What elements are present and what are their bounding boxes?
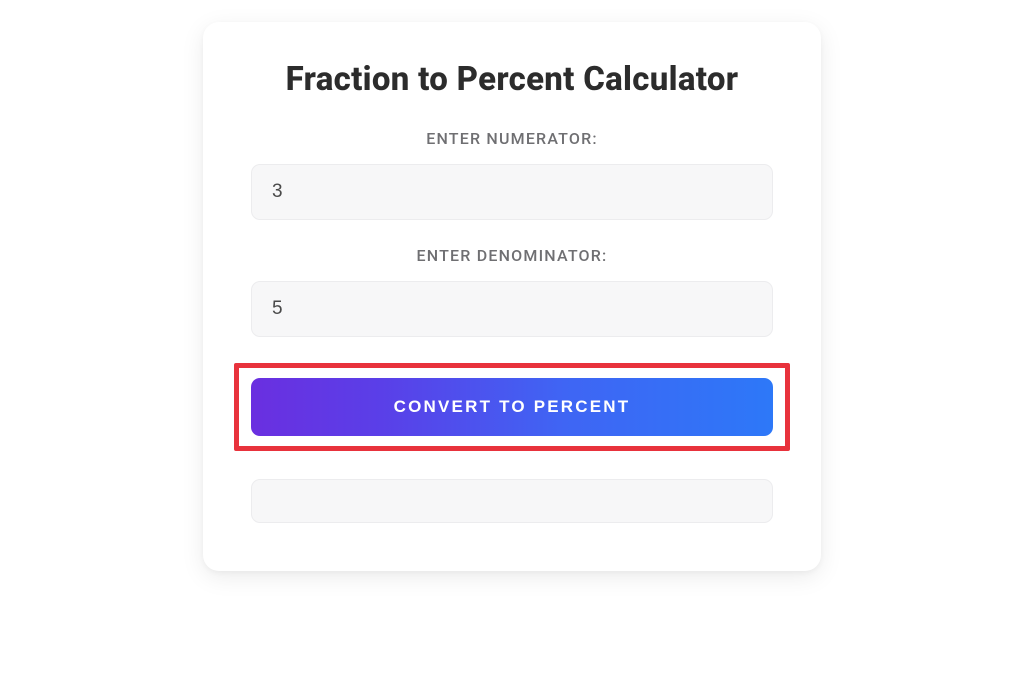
numerator-input[interactable] [251,164,773,220]
calculator-card: Fraction to Percent Calculator ENTER NUM… [203,22,821,571]
convert-button[interactable]: CONVERT TO PERCENT [251,378,773,436]
numerator-label: ENTER NUMERATOR: [251,129,773,148]
highlight-box: CONVERT TO PERCENT [234,363,790,451]
result-output [251,479,773,523]
page-title: Fraction to Percent Calculator [251,60,773,99]
denominator-label: ENTER DENOMINATOR: [251,246,773,265]
denominator-input[interactable] [251,281,773,337]
